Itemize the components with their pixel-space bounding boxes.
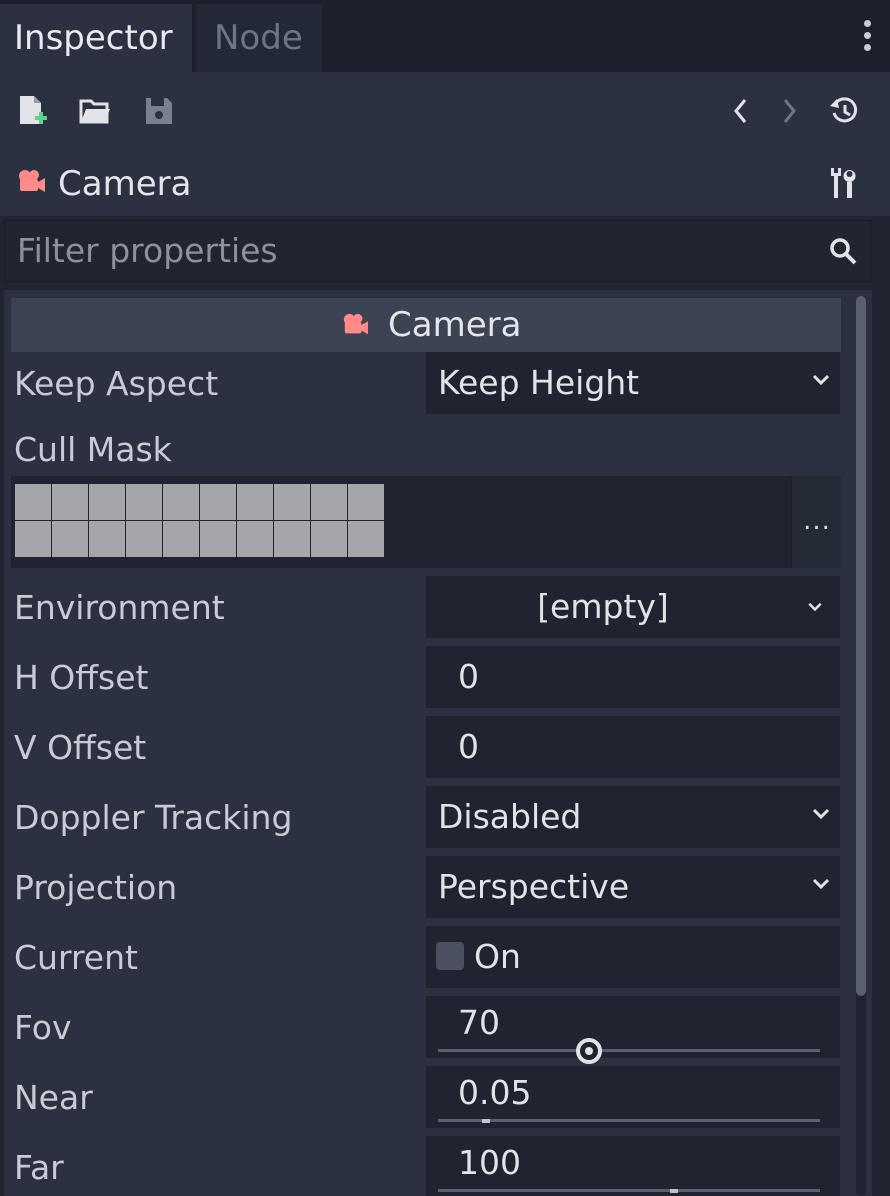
section-header-camera[interactable]: Camera (11, 298, 841, 352)
cull-mask-layer-19[interactable] (311, 521, 348, 558)
cull-mask-layer-8[interactable] (274, 484, 311, 521)
cull-mask-layer-9[interactable] (311, 484, 348, 521)
tab-menu-icon[interactable] (862, 20, 872, 56)
tab-inspector[interactable]: Inspector (0, 4, 192, 72)
cull-mask-layer-14[interactable] (126, 521, 163, 558)
h-offset-label: H Offset (14, 658, 149, 697)
cull-mask-layer-10[interactable] (348, 484, 385, 521)
keep-aspect-dropdown[interactable]: Keep Height (426, 352, 840, 414)
fov-label: Fov (14, 1008, 72, 1047)
chevron-down-icon (812, 808, 830, 820)
cull-mask-layer-13[interactable] (89, 521, 126, 558)
v-offset-value: 0 (458, 727, 479, 766)
object-title: Camera (58, 164, 192, 204)
fov-value: 70 (458, 1003, 500, 1042)
cull-mask-menu-label: ... (803, 506, 831, 536)
section-title: Camera (388, 305, 522, 345)
doppler-tracking-dropdown[interactable]: Disabled (426, 786, 840, 848)
cull-mask-menu-button[interactable]: ... (791, 476, 841, 568)
cull-mask-layer-7[interactable] (237, 484, 274, 521)
vertical-scrollbar[interactable] (856, 296, 866, 1196)
camera-icon (343, 313, 368, 335)
far-slider-track[interactable] (438, 1189, 820, 1192)
cull-mask-layer-4[interactable] (126, 484, 163, 521)
cull-mask-grid (15, 484, 385, 558)
far-value: 100 (458, 1143, 521, 1182)
object-bar: Camera (0, 152, 890, 216)
projection-dropdown[interactable]: Perspective (426, 856, 840, 918)
cull-mask-layer-6[interactable] (200, 484, 237, 521)
cull-mask-label: Cull Mask (14, 430, 172, 469)
new-resource-icon[interactable] (16, 94, 50, 128)
current-value: On (474, 937, 521, 976)
property-panel: Camera Keep Aspect Keep Height Cull Mask… (4, 290, 872, 1196)
tools-icon[interactable] (828, 166, 858, 200)
chevron-down-icon (812, 878, 830, 890)
chevron-down-icon (812, 374, 830, 386)
filter-properties-input[interactable]: Filter properties (4, 220, 872, 282)
search-icon (830, 238, 857, 265)
doppler-tracking-value: Disabled (438, 797, 582, 836)
projection-label: Projection (14, 868, 178, 907)
dock-tab-bar: Inspector Node (0, 0, 890, 72)
cull-mask-editor: ... (11, 476, 841, 568)
near-label: Near (14, 1078, 93, 1117)
current-label: Current (14, 938, 138, 977)
near-value: 0.05 (458, 1073, 532, 1112)
v-offset-label: V Offset (14, 728, 147, 767)
near-slider-track[interactable] (438, 1119, 820, 1122)
cull-mask-layer-5[interactable] (163, 484, 200, 521)
cull-mask-layer-12[interactable] (52, 521, 89, 558)
keep-aspect-label: Keep Aspect (14, 364, 219, 403)
history-forward-icon[interactable] (772, 94, 806, 128)
doppler-tracking-label: Doppler Tracking (14, 798, 293, 837)
checkbox-unchecked-icon[interactable] (436, 942, 464, 970)
fov-slider-track[interactable] (438, 1049, 820, 1052)
keep-aspect-value: Keep Height (438, 363, 640, 402)
far-slider-marker (670, 1189, 678, 1193)
cull-mask-layer-11[interactable] (15, 521, 52, 558)
fov-slider[interactable]: 70 (426, 996, 840, 1064)
far-slider[interactable]: 100 (426, 1136, 840, 1196)
near-slider-marker (482, 1119, 490, 1123)
scrollbar-thumb[interactable] (856, 296, 866, 996)
environment-label: Environment (14, 588, 225, 627)
history-back-icon[interactable] (724, 94, 758, 128)
environment-value: [empty] (537, 587, 669, 626)
cull-mask-layer-15[interactable] (163, 521, 200, 558)
v-offset-spinbox[interactable]: 0 (426, 716, 840, 778)
projection-value: Perspective (438, 867, 630, 906)
cull-mask-layer-2[interactable] (52, 484, 89, 521)
cull-mask-layer-17[interactable] (237, 521, 274, 558)
filter-placeholder: Filter properties (17, 231, 278, 270)
near-slider[interactable]: 0.05 (426, 1066, 840, 1128)
chevron-down-icon (808, 602, 822, 612)
far-label: Far (14, 1148, 64, 1187)
camera-icon (19, 170, 45, 192)
cull-mask-layer-18[interactable] (274, 521, 311, 558)
cull-mask-layer-3[interactable] (89, 484, 126, 521)
inspector-toolbar (0, 72, 890, 152)
environment-picker[interactable]: [empty] (426, 576, 840, 638)
load-resource-icon[interactable] (78, 94, 112, 128)
cull-mask-layer-16[interactable] (200, 521, 237, 558)
h-offset-value: 0 (458, 657, 479, 696)
tab-node[interactable]: Node (196, 4, 322, 72)
cull-mask-layer-20[interactable] (348, 521, 385, 558)
object-history-icon[interactable] (828, 94, 862, 128)
save-resource-icon[interactable] (142, 94, 176, 128)
fov-slider-grabber[interactable] (576, 1038, 602, 1064)
cull-mask-layer-1[interactable] (15, 484, 52, 521)
h-offset-spinbox[interactable]: 0 (426, 646, 840, 708)
current-checkbox[interactable]: On (426, 926, 840, 988)
